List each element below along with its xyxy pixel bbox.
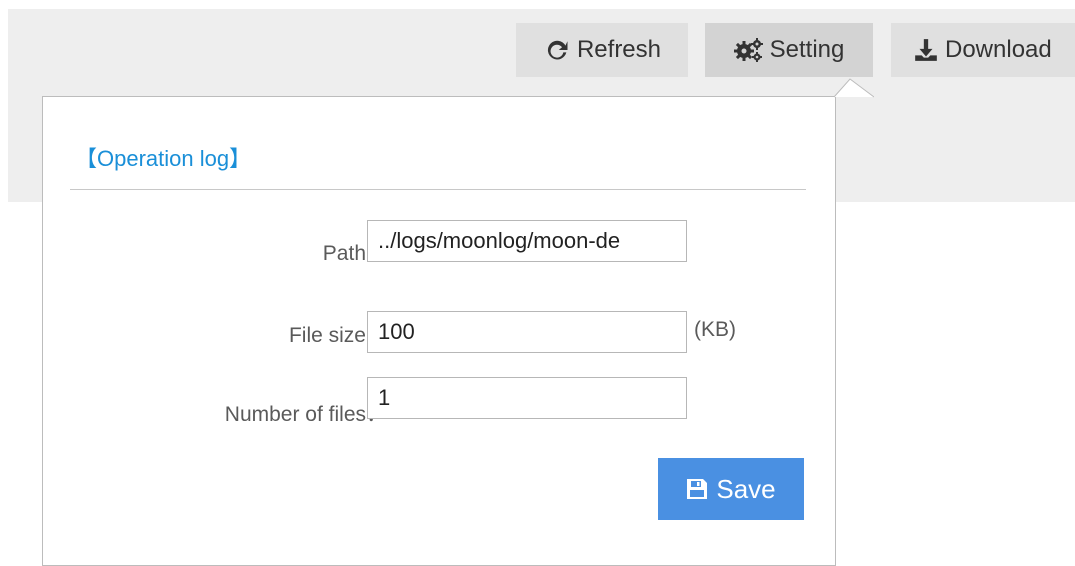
download-icon: [913, 37, 939, 63]
file-size-input[interactable]: [367, 311, 687, 353]
divider: [70, 189, 806, 190]
refresh-button[interactable]: Refresh: [516, 23, 688, 77]
gears-icon: [733, 37, 764, 63]
floppy-disk-icon: [686, 478, 708, 500]
download-label: Download: [945, 36, 1052, 63]
refresh-label: Refresh: [576, 36, 662, 63]
setting-button[interactable]: Setting: [705, 23, 873, 77]
panel-title: 【Operation log】: [75, 146, 252, 171]
number-of-files-input[interactable]: [367, 377, 687, 419]
download-button[interactable]: Download: [891, 23, 1075, 77]
number-of-files-label: Number of files：: [224, 403, 387, 426]
settings-popover: 【Operation log】 Path： File size： (KB) Nu…: [42, 96, 836, 566]
refresh-icon: [543, 36, 571, 64]
popover-arrow: [834, 78, 874, 98]
path-input[interactable]: [367, 220, 687, 262]
setting-label: Setting: [769, 36, 845, 63]
save-label: Save: [716, 473, 776, 504]
file-size-unit: (KB): [694, 318, 736, 341]
save-button[interactable]: Save: [658, 458, 804, 520]
